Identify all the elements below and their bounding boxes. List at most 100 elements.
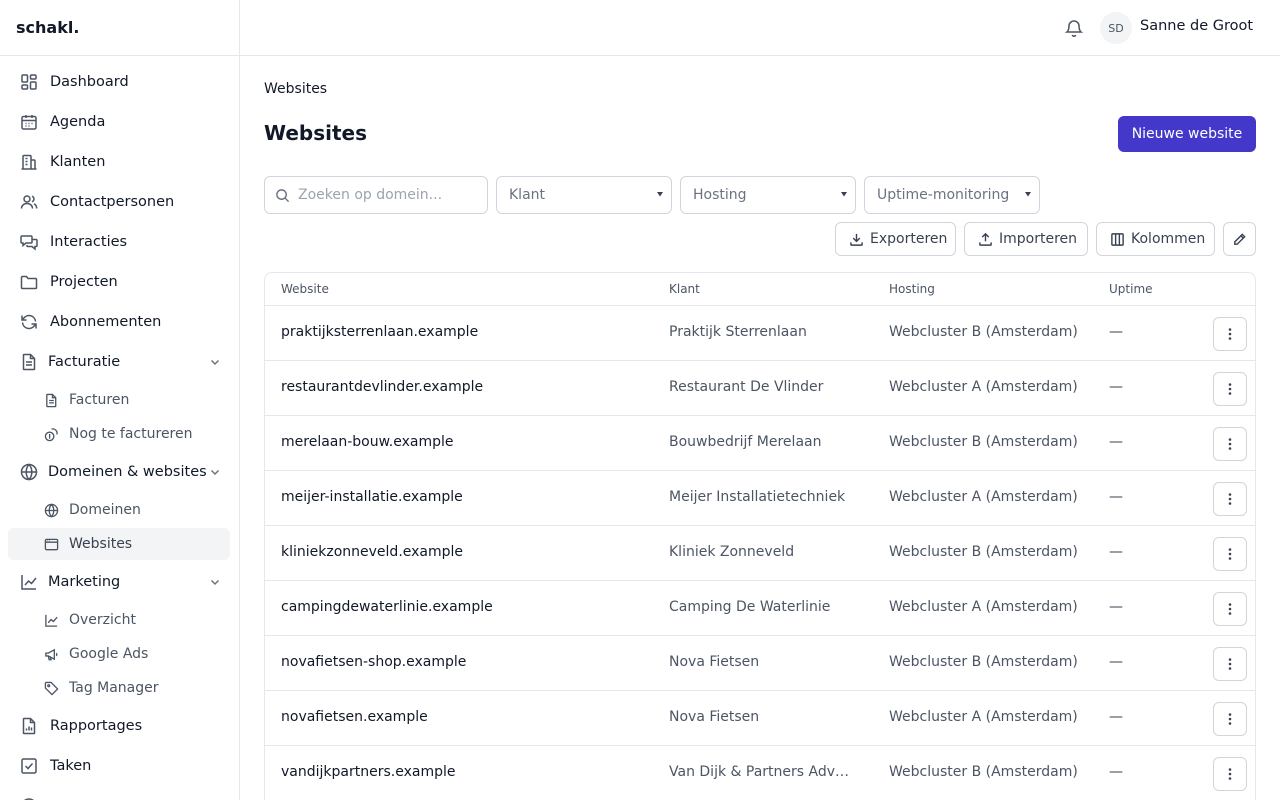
hosting-cell: Webcluster B (Amsterdam) bbox=[889, 324, 1078, 340]
sidebar-group-domeinen[interactable]: Domeinen & websites bbox=[8, 455, 230, 489]
klant-cell: Van Dijk & Partners Advoc... bbox=[669, 764, 851, 780]
klant-filter-select[interactable]: Klant bbox=[496, 176, 672, 214]
import-label: Importeren bbox=[999, 231, 1078, 247]
sidebar-item-nog-te-factureren[interactable]: Nog te factureren bbox=[8, 418, 230, 450]
more-vertical-icon bbox=[1228, 768, 1232, 780]
avatar[interactable]: SD bbox=[1100, 12, 1132, 44]
klant-cell: Camping De Waterlinie bbox=[669, 599, 831, 615]
sidebar-item-label: Taken bbox=[50, 758, 92, 774]
website-cell[interactable]: restaurantdevlinder.example bbox=[281, 379, 651, 395]
sidebar-item-google-ads[interactable]: Google Ads bbox=[8, 638, 230, 670]
user-name[interactable]: Sanne de Groot bbox=[1140, 18, 1253, 34]
more-vertical-icon bbox=[1228, 548, 1232, 560]
sidebar-group-marketing[interactable]: Marketing bbox=[8, 565, 230, 599]
row-actions-button[interactable] bbox=[1213, 427, 1247, 461]
sidebar-item-label: Interacties bbox=[50, 234, 128, 250]
sidebar-item-overzicht[interactable]: Overzicht bbox=[8, 604, 230, 636]
sidebar-item-dashboard[interactable]: Dashboard bbox=[8, 65, 230, 99]
hosting-cell: Webcluster B (Amsterdam) bbox=[889, 654, 1078, 670]
export-button[interactable]: Exporteren bbox=[835, 222, 956, 256]
klant-cell: Nova Fietsen bbox=[669, 654, 760, 670]
website-cell[interactable]: novafietsen-shop.example bbox=[281, 654, 651, 670]
folder-icon bbox=[20, 273, 38, 291]
sidebar-item-facturen[interactable]: Facturen bbox=[8, 384, 230, 416]
sidebar-item-label: Agenda bbox=[50, 114, 106, 130]
columns-button[interactable]: Kolommen bbox=[1096, 222, 1215, 256]
bell-icon[interactable] bbox=[1064, 18, 1084, 38]
sidebar-item-tag-manager[interactable]: Tag Manager bbox=[8, 672, 230, 704]
table-row[interactable]: restaurantdevlinder.example Restaurant De… bbox=[265, 361, 1255, 416]
table-row[interactable]: vandijkpartners.example Van Dijk & Partne… bbox=[265, 746, 1255, 800]
website-cell[interactable]: vandijkpartners.example bbox=[281, 764, 651, 780]
report-icon bbox=[20, 717, 38, 735]
table-row[interactable]: meijer-installatie.example Meijer Install… bbox=[265, 471, 1255, 526]
column-header-klant[interactable]: Klant bbox=[669, 282, 700, 296]
row-actions-button[interactable] bbox=[1213, 757, 1247, 791]
more-vertical-icon bbox=[1228, 713, 1232, 725]
sidebar-group-facturatie[interactable]: Facturatie bbox=[8, 345, 230, 379]
uptime-cell: — bbox=[1109, 434, 1123, 450]
klant-cell: Praktijk Sterrenlaan bbox=[669, 324, 807, 340]
column-header-uptime[interactable]: Uptime bbox=[1109, 282, 1153, 296]
columns-icon bbox=[1110, 232, 1125, 247]
search-field[interactable] bbox=[264, 176, 488, 214]
pencil-icon bbox=[1232, 232, 1247, 247]
sidebar-item-klanten[interactable]: Klanten bbox=[8, 145, 230, 179]
table-header: Website Klant Hosting Uptime bbox=[265, 273, 1255, 306]
table-row[interactable]: campingdewaterlinie.example Camping De Wa… bbox=[265, 581, 1255, 636]
table-row[interactable]: merelaan-bouw.example Bouwbedrijf Merelaa… bbox=[265, 416, 1255, 471]
sidebar-item-projecten[interactable]: Projecten bbox=[8, 265, 230, 299]
sidebar-item-websites[interactable]: Websites bbox=[8, 528, 230, 560]
select-value: Uptime-monitoring bbox=[877, 187, 1010, 203]
sidebar-item-contactpersonen[interactable]: Contactpersonen bbox=[8, 185, 230, 219]
website-cell[interactable]: praktijksterrenlaan.example bbox=[281, 324, 651, 340]
import-button[interactable]: Importeren bbox=[964, 222, 1088, 256]
uptime-filter-select[interactable]: Uptime-monitoring bbox=[864, 176, 1040, 214]
more-vertical-icon bbox=[1228, 438, 1232, 450]
table-row[interactable]: novafietsen-shop.example Nova Fietsen Webc… bbox=[265, 636, 1255, 691]
website-cell[interactable]: novafietsen.example bbox=[281, 709, 651, 725]
table-row[interactable]: praktijksterrenlaan.example Praktijk Ster… bbox=[265, 306, 1255, 361]
sidebar-group-label: Facturatie bbox=[48, 354, 121, 370]
sidebar-item-abonnementen[interactable]: Abonnementen bbox=[8, 305, 230, 339]
row-actions-button[interactable] bbox=[1213, 317, 1247, 351]
sidebar-item-agenda[interactable]: Agenda bbox=[8, 105, 230, 139]
checkbox-icon bbox=[20, 757, 38, 775]
uptime-cell: — bbox=[1109, 544, 1123, 560]
sidebar-item-interacties[interactable]: Interacties bbox=[8, 225, 230, 259]
row-actions-button[interactable] bbox=[1213, 537, 1247, 571]
sidebar-item-label: Rapportages bbox=[50, 718, 143, 734]
row-actions-button[interactable] bbox=[1213, 592, 1247, 626]
row-actions-button[interactable] bbox=[1213, 482, 1247, 516]
search-input[interactable] bbox=[298, 187, 478, 203]
website-cell[interactable]: kliniekzonneveld.example bbox=[281, 544, 651, 560]
app-logo[interactable]: schakl. bbox=[0, 0, 239, 56]
chart-line-icon bbox=[44, 613, 59, 628]
table-row[interactable]: novafietsen.example Nova Fietsen Webcluste… bbox=[265, 691, 1255, 746]
hosting-cell: Webcluster A (Amsterdam) bbox=[889, 599, 1078, 615]
sidebar-item-label: Klanten bbox=[50, 154, 106, 170]
row-actions-button[interactable] bbox=[1213, 702, 1247, 736]
columns-label: Kolommen bbox=[1131, 231, 1206, 247]
website-cell[interactable]: merelaan-bouw.example bbox=[281, 434, 651, 450]
sidebar-item-more[interactable] bbox=[8, 789, 230, 800]
building-icon bbox=[20, 153, 38, 171]
klant-cell: Bouwbedrijf Merelaan bbox=[669, 434, 822, 450]
chart-line-icon bbox=[20, 573, 38, 591]
new-website-button[interactable]: Nieuwe website bbox=[1118, 116, 1256, 152]
website-cell[interactable]: campingdewaterlinie.example bbox=[281, 599, 651, 615]
sidebar-item-taken[interactable]: Taken bbox=[8, 749, 230, 783]
sidebar-item-rapportages[interactable]: Rapportages bbox=[8, 709, 230, 743]
website-cell[interactable]: meijer-installatie.example bbox=[281, 489, 651, 505]
hosting-filter-select[interactable]: Hosting bbox=[680, 176, 856, 214]
breadcrumb[interactable]: Websites bbox=[264, 81, 327, 97]
row-actions-button[interactable] bbox=[1213, 647, 1247, 681]
row-actions-button[interactable] bbox=[1213, 372, 1247, 406]
column-header-hosting[interactable]: Hosting bbox=[889, 282, 935, 296]
column-header-website[interactable]: Website bbox=[281, 282, 329, 296]
edit-button[interactable] bbox=[1223, 222, 1256, 256]
page-title: Websites bbox=[264, 121, 368, 145]
table-row[interactable]: kliniekzonneveld.example Kliniek Zonnevel… bbox=[265, 526, 1255, 581]
search-icon bbox=[275, 188, 290, 203]
sidebar-item-domeinen[interactable]: Domeinen bbox=[8, 494, 230, 526]
